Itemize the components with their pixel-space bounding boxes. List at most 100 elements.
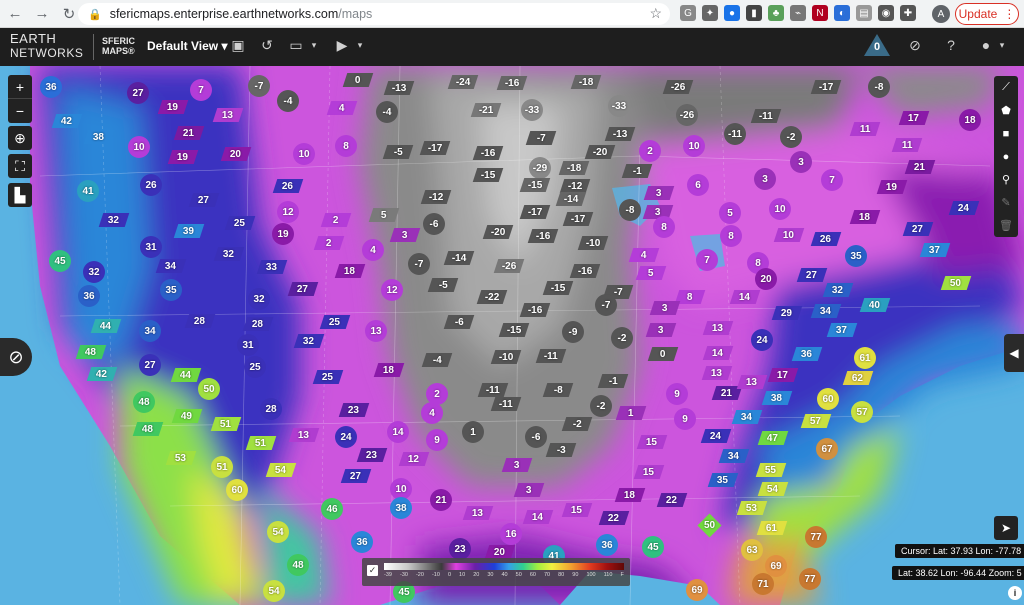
temperature-marker[interactable]: 23	[356, 448, 388, 462]
temperature-marker[interactable]: 9	[666, 383, 688, 405]
temperature-marker[interactable]: 28	[242, 317, 274, 331]
temperature-marker[interactable]: 10	[128, 136, 150, 158]
play-icon[interactable]: ▶	[332, 37, 352, 54]
temperature-marker[interactable]: 27	[902, 222, 934, 236]
temperature-marker[interactable]: -5	[427, 278, 459, 292]
temperature-marker[interactable]: 2	[313, 236, 345, 250]
temperature-marker[interactable]: 25	[244, 356, 266, 378]
temperature-marker[interactable]: -6	[423, 213, 445, 235]
monitor-icon[interactable]: ▭	[286, 37, 306, 54]
temperature-marker[interactable]: 7	[190, 79, 212, 101]
temperature-marker[interactable]: 1	[462, 421, 484, 443]
temperature-marker[interactable]: -17	[519, 205, 551, 219]
monitor-caret-icon[interactable]: ▾	[304, 40, 324, 51]
zoom-out-icon[interactable]: −	[8, 99, 32, 123]
temperature-marker[interactable]: -16	[569, 264, 601, 278]
temperature-marker[interactable]: 53	[736, 501, 768, 515]
temperature-marker[interactable]: 8	[335, 135, 357, 157]
draw-marker-icon[interactable]: ⚲	[994, 168, 1018, 191]
temperature-marker[interactable]: 47	[757, 431, 789, 445]
temperature-marker[interactable]: 38	[390, 497, 412, 519]
temperature-marker[interactable]: -33	[521, 99, 543, 121]
extension-blue-icon[interactable]: ●	[724, 5, 740, 21]
extension-green-icon[interactable]: ♣	[768, 5, 784, 21]
temperature-marker[interactable]: 32	[293, 334, 325, 348]
temperature-marker[interactable]: -1	[597, 374, 629, 388]
temperature-marker[interactable]: -17	[810, 80, 842, 94]
temperature-marker[interactable]: -12	[559, 179, 591, 193]
temperature-marker[interactable]: 35	[160, 279, 182, 301]
back-icon[interactable]: ←	[3, 2, 27, 26]
temperature-marker[interactable]: 20	[484, 545, 516, 559]
temperature-marker[interactable]: 3	[754, 168, 776, 190]
temperature-marker[interactable]: 54	[267, 521, 289, 543]
temperature-marker[interactable]: 54	[263, 580, 285, 602]
temperature-marker[interactable]: -11	[750, 109, 782, 123]
temperature-marker[interactable]: 10	[769, 198, 791, 220]
temperature-marker[interactable]: -15	[542, 281, 574, 295]
temperature-marker[interactable]: 5	[635, 266, 667, 280]
temperature-marker[interactable]: 41	[77, 180, 99, 202]
temperature-marker[interactable]: -26	[493, 259, 525, 273]
temperature-marker[interactable]: 23	[449, 538, 471, 560]
temperature-marker[interactable]: 14	[522, 510, 554, 524]
temperature-marker[interactable]: 35	[707, 473, 739, 487]
temperature-marker[interactable]: 3	[513, 483, 545, 497]
temperature-marker[interactable]: -16	[472, 146, 504, 160]
temperature-marker[interactable]: 1	[615, 406, 647, 420]
temperature-marker[interactable]: 45	[49, 250, 71, 272]
temperature-marker[interactable]: 77	[799, 568, 821, 590]
temperature-marker[interactable]: 50	[940, 276, 972, 290]
side-panel-tab[interactable]: ◀	[1004, 334, 1024, 372]
temperature-marker[interactable]: 22	[656, 493, 688, 507]
temperature-marker[interactable]: -22	[476, 290, 508, 304]
temperature-marker[interactable]: 48	[287, 554, 309, 576]
temperature-marker[interactable]: 60	[226, 479, 248, 501]
temperature-marker[interactable]: 36	[596, 534, 618, 556]
temperature-marker[interactable]: 50	[198, 378, 220, 400]
temperature-marker[interactable]: 37	[919, 243, 951, 257]
temperature-marker[interactable]: 57	[800, 414, 832, 428]
undo-icon[interactable]: ↺	[257, 37, 277, 54]
temperature-marker[interactable]: 24	[700, 429, 732, 443]
locate-button[interactable]: ➤	[994, 516, 1018, 540]
temperature-marker[interactable]: 36	[78, 285, 100, 307]
temperature-marker[interactable]: 13	[212, 108, 244, 122]
temperature-marker[interactable]: 67	[816, 438, 838, 460]
temperature-marker[interactable]: 4	[326, 101, 358, 115]
temperature-marker[interactable]: -11	[490, 397, 522, 411]
temperature-marker[interactable]: 4	[362, 239, 384, 261]
temperature-marker[interactable]: 13	[701, 366, 733, 380]
temperature-marker[interactable]: 2	[639, 140, 661, 162]
temperature-marker[interactable]: 38	[83, 130, 115, 144]
info-icon[interactable]: i	[1008, 586, 1022, 600]
temperature-marker[interactable]: -2	[590, 395, 612, 417]
temperature-marker[interactable]: 21	[904, 160, 936, 174]
fullscreen-icon[interactable]: ⛶	[8, 154, 32, 178]
temperature-marker[interactable]: 32	[98, 213, 130, 227]
extension-multi-icon[interactable]: ◐	[834, 5, 850, 21]
temperature-marker[interactable]: -7	[595, 294, 617, 316]
temperature-marker[interactable]: -14	[555, 192, 587, 206]
temperature-marker[interactable]: 25	[224, 216, 256, 230]
temperature-marker[interactable]: 4	[628, 248, 660, 262]
help-icon[interactable]: ?	[941, 37, 961, 53]
temperature-marker[interactable]: 8	[653, 216, 675, 238]
temperature-marker[interactable]: -20	[482, 225, 514, 239]
temperature-marker[interactable]: 40	[859, 298, 891, 312]
temperature-marker[interactable]: 39	[173, 224, 205, 238]
zoom-magnifier-icon[interactable]: ⊕	[8, 126, 32, 150]
temperature-marker[interactable]: 13	[365, 320, 387, 342]
temperature-marker[interactable]: -16	[496, 76, 528, 90]
temperature-marker[interactable]: 26	[810, 232, 842, 246]
temperature-marker[interactable]: 24	[948, 201, 980, 215]
edit-icon[interactable]: ✎	[994, 191, 1018, 214]
temperature-marker[interactable]: 34	[718, 449, 750, 463]
temperature-marker[interactable]: -16	[527, 229, 559, 243]
extension-puzzle-icon[interactable]: ✦	[702, 5, 718, 21]
temperature-marker[interactable]: 13	[462, 506, 494, 520]
temperature-marker[interactable]: 15	[561, 503, 593, 517]
extension-red-icon[interactable]: N	[812, 5, 828, 21]
temperature-marker[interactable]: 2	[320, 213, 352, 227]
temperature-marker[interactable]: 21	[430, 489, 452, 511]
